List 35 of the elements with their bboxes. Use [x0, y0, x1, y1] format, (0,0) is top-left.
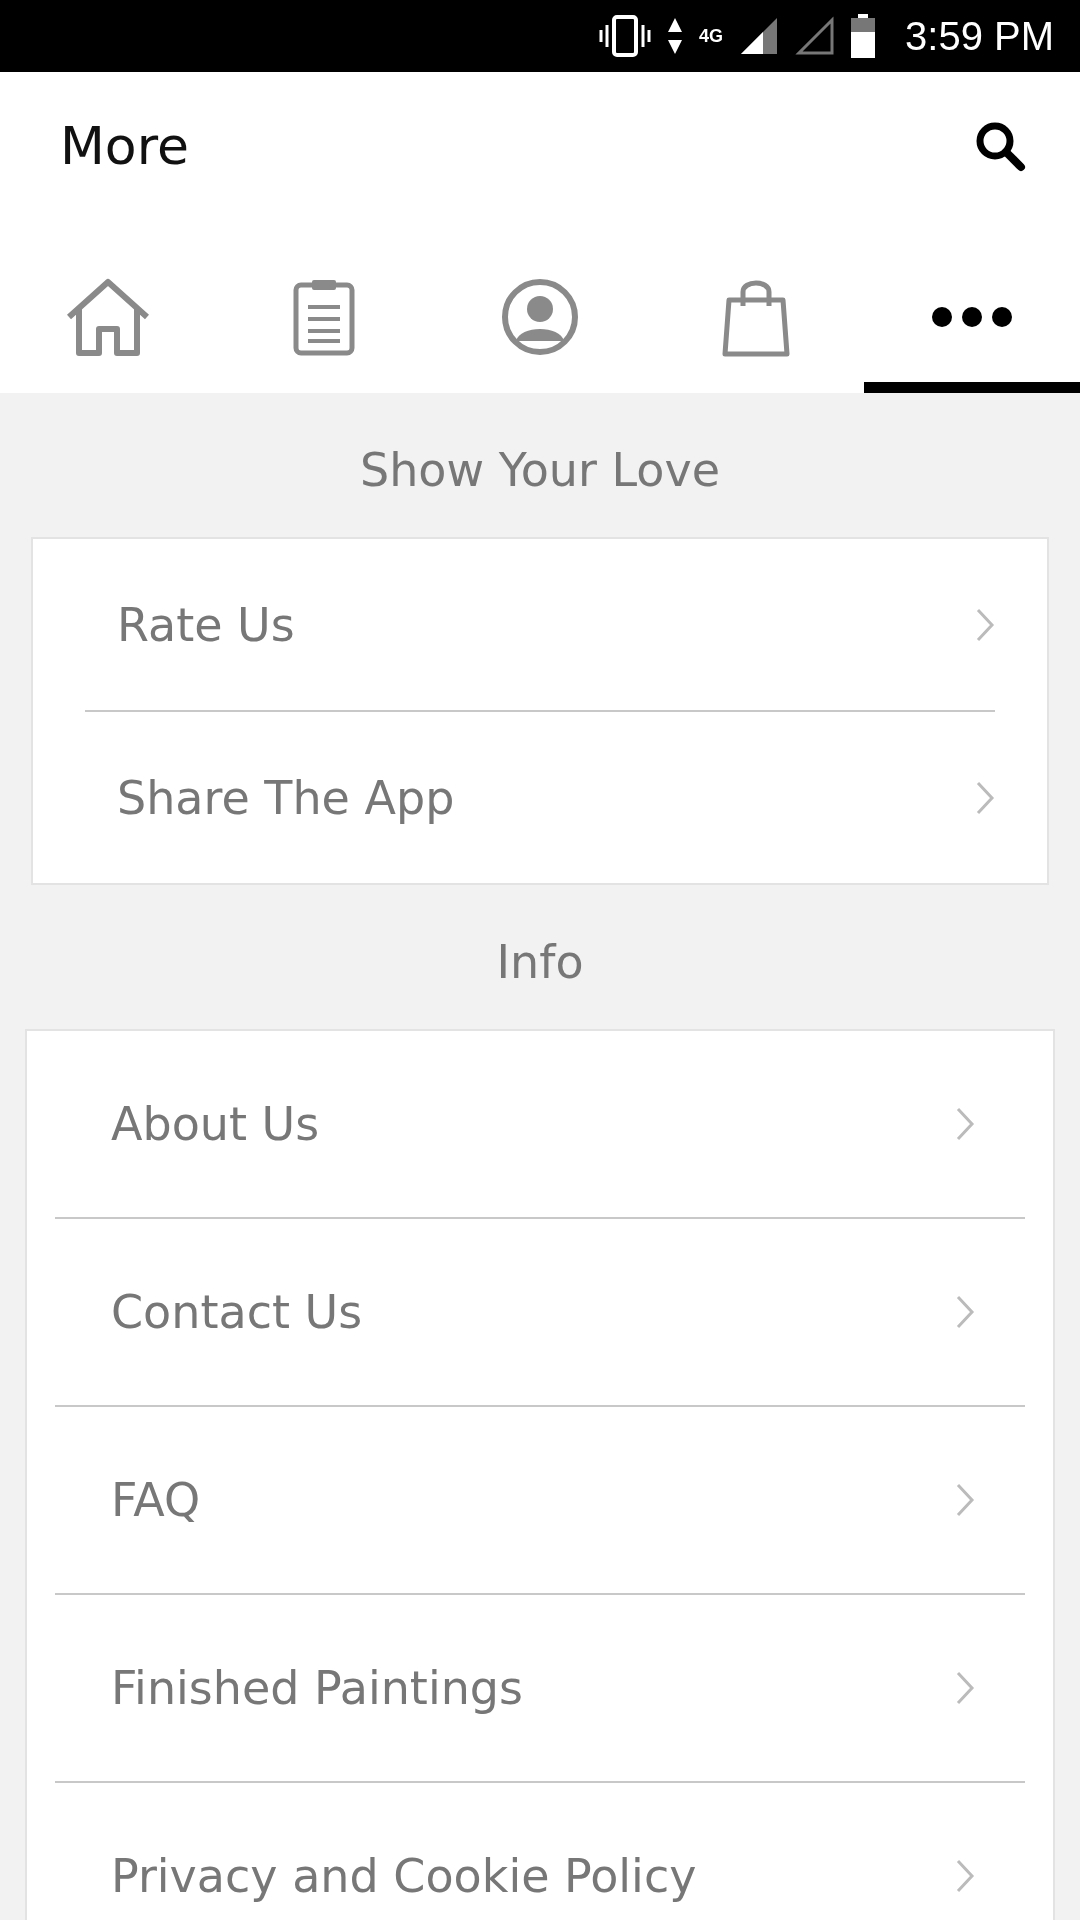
- data-arrows-icon: [667, 16, 683, 56]
- signal-icon: [739, 16, 780, 56]
- menu-item-label: About Us: [111, 1097, 320, 1151]
- search-icon: [974, 120, 1026, 172]
- more-icon: [930, 304, 1014, 329]
- section-title: Show Your Love: [358, 442, 722, 499]
- page-title: More: [60, 116, 189, 176]
- chevron-icon: [955, 1482, 975, 1518]
- menu-item[interactable]: Contact Us: [55, 1217, 1025, 1405]
- menu-item[interactable]: About Us: [55, 1031, 1025, 1217]
- profile-icon: [500, 276, 580, 357]
- menu-item[interactable]: Rate Us: [85, 539, 995, 710]
- menu-item-label: FAQ: [111, 1473, 201, 1527]
- chevron-icon: [955, 1294, 975, 1330]
- menu-item[interactable]: Privacy and Cookie Policy: [55, 1781, 1025, 1920]
- section-title: Info: [495, 934, 585, 991]
- chevron-icon: [975, 779, 995, 816]
- menu-item[interactable]: Finished Paintings: [55, 1593, 1025, 1781]
- status-time: 3:59 PM: [905, 13, 1054, 59]
- menu-item-label: Rate Us: [117, 597, 295, 652]
- menu-item[interactable]: FAQ: [55, 1405, 1025, 1593]
- battery-icon: [851, 14, 876, 58]
- network-type: 4G: [699, 25, 724, 47]
- chevron-icon: [955, 1858, 975, 1894]
- chevron-icon: [975, 606, 995, 643]
- menu-item-label: Finished Paintings: [111, 1661, 523, 1715]
- menu-item-label: Share The App: [117, 770, 455, 825]
- search-button[interactable]: [974, 120, 1026, 172]
- menu-item[interactable]: Share The App: [85, 710, 995, 883]
- chevron-icon: [955, 1106, 975, 1142]
- signal-icon: [795, 16, 836, 56]
- chevron-icon: [955, 1670, 975, 1706]
- menu-item-label: Contact Us: [111, 1285, 363, 1339]
- menu-item-label: Privacy and Cookie Policy: [111, 1849, 697, 1903]
- vibrate-icon: [599, 15, 651, 57]
